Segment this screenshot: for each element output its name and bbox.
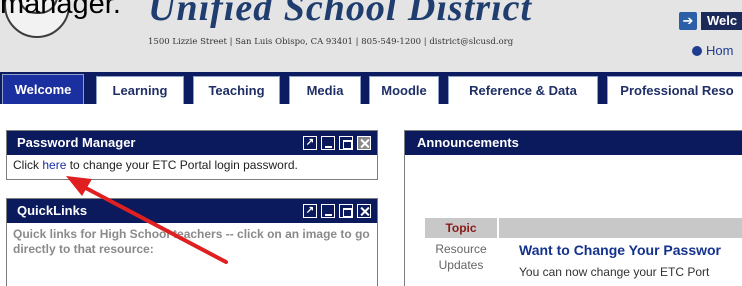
- minimize-icon[interactable]: [321, 204, 335, 218]
- close-icon[interactable]: [357, 204, 371, 218]
- password-manager-header: Password Manager ↗: [7, 131, 377, 155]
- quicklinks-title: QuickLinks: [17, 203, 88, 218]
- announcement-snippet: You can now change your ETC Port: [519, 265, 710, 279]
- announcement-title-link[interactable]: Want to Change Your Passwor: [519, 242, 721, 258]
- close-icon[interactable]: [357, 136, 371, 150]
- password-manager-body: Click here to change your ETC Portal log…: [7, 155, 377, 175]
- announcements-portlet: Announcements Topic Resource Updates Wan…: [404, 130, 742, 286]
- caption-text: manager.: [0, 0, 121, 20]
- welcome-link[interactable]: ➔ Welc: [679, 12, 742, 30]
- tab-reference-data[interactable]: Reference & Data: [448, 76, 598, 104]
- tab-professional-resources[interactable]: Professional Reso: [607, 76, 742, 104]
- announcement-category: Resource Updates: [435, 242, 487, 272]
- tab-welcome[interactable]: Welcome: [2, 74, 84, 104]
- district-address: 1500 Lizzie Street | San Luis Obispo, CA…: [148, 37, 514, 47]
- password-text-before: Click: [13, 158, 43, 172]
- announcements-title: Announcements: [405, 131, 742, 155]
- tab-teaching[interactable]: Teaching: [193, 76, 280, 104]
- quicklinks-body: Quick links for High School teachers -- …: [13, 227, 370, 256]
- tab-learning[interactable]: Learning: [96, 76, 184, 104]
- quicklinks-portlet: QuickLinks ↗ Quick links for High School…: [6, 198, 378, 286]
- title-column-header: [499, 218, 742, 238]
- change-password-link[interactable]: here: [42, 158, 66, 172]
- tab-moodle[interactable]: Moodle: [369, 76, 439, 104]
- password-manager-portlet: Password Manager ↗ Click here to change …: [6, 130, 378, 180]
- home-icon: [692, 45, 702, 56]
- maximize-icon[interactable]: [339, 136, 353, 150]
- home-link-label: Hom: [706, 43, 734, 58]
- district-title: Unified School District: [148, 0, 533, 29]
- expand-icon[interactable]: ↗: [303, 204, 317, 218]
- topic-column-header: Topic: [425, 218, 497, 238]
- welcome-link-label: Welc: [701, 12, 742, 30]
- expand-icon[interactable]: ↗: [303, 136, 317, 150]
- password-text-after: to change your ETC Portal login password…: [66, 158, 298, 172]
- password-manager-title: Password Manager: [17, 135, 136, 150]
- maximize-icon[interactable]: [339, 204, 353, 218]
- arrow-right-icon: ➔: [679, 12, 697, 30]
- home-link[interactable]: Hom: [692, 43, 733, 58]
- tab-media[interactable]: Media: [289, 76, 361, 104]
- minimize-icon[interactable]: [321, 136, 335, 150]
- main-nav-tabs: Welcome Learning Teaching Media Moodle R…: [0, 72, 742, 104]
- quicklinks-header: QuickLinks ↗: [7, 199, 377, 223]
